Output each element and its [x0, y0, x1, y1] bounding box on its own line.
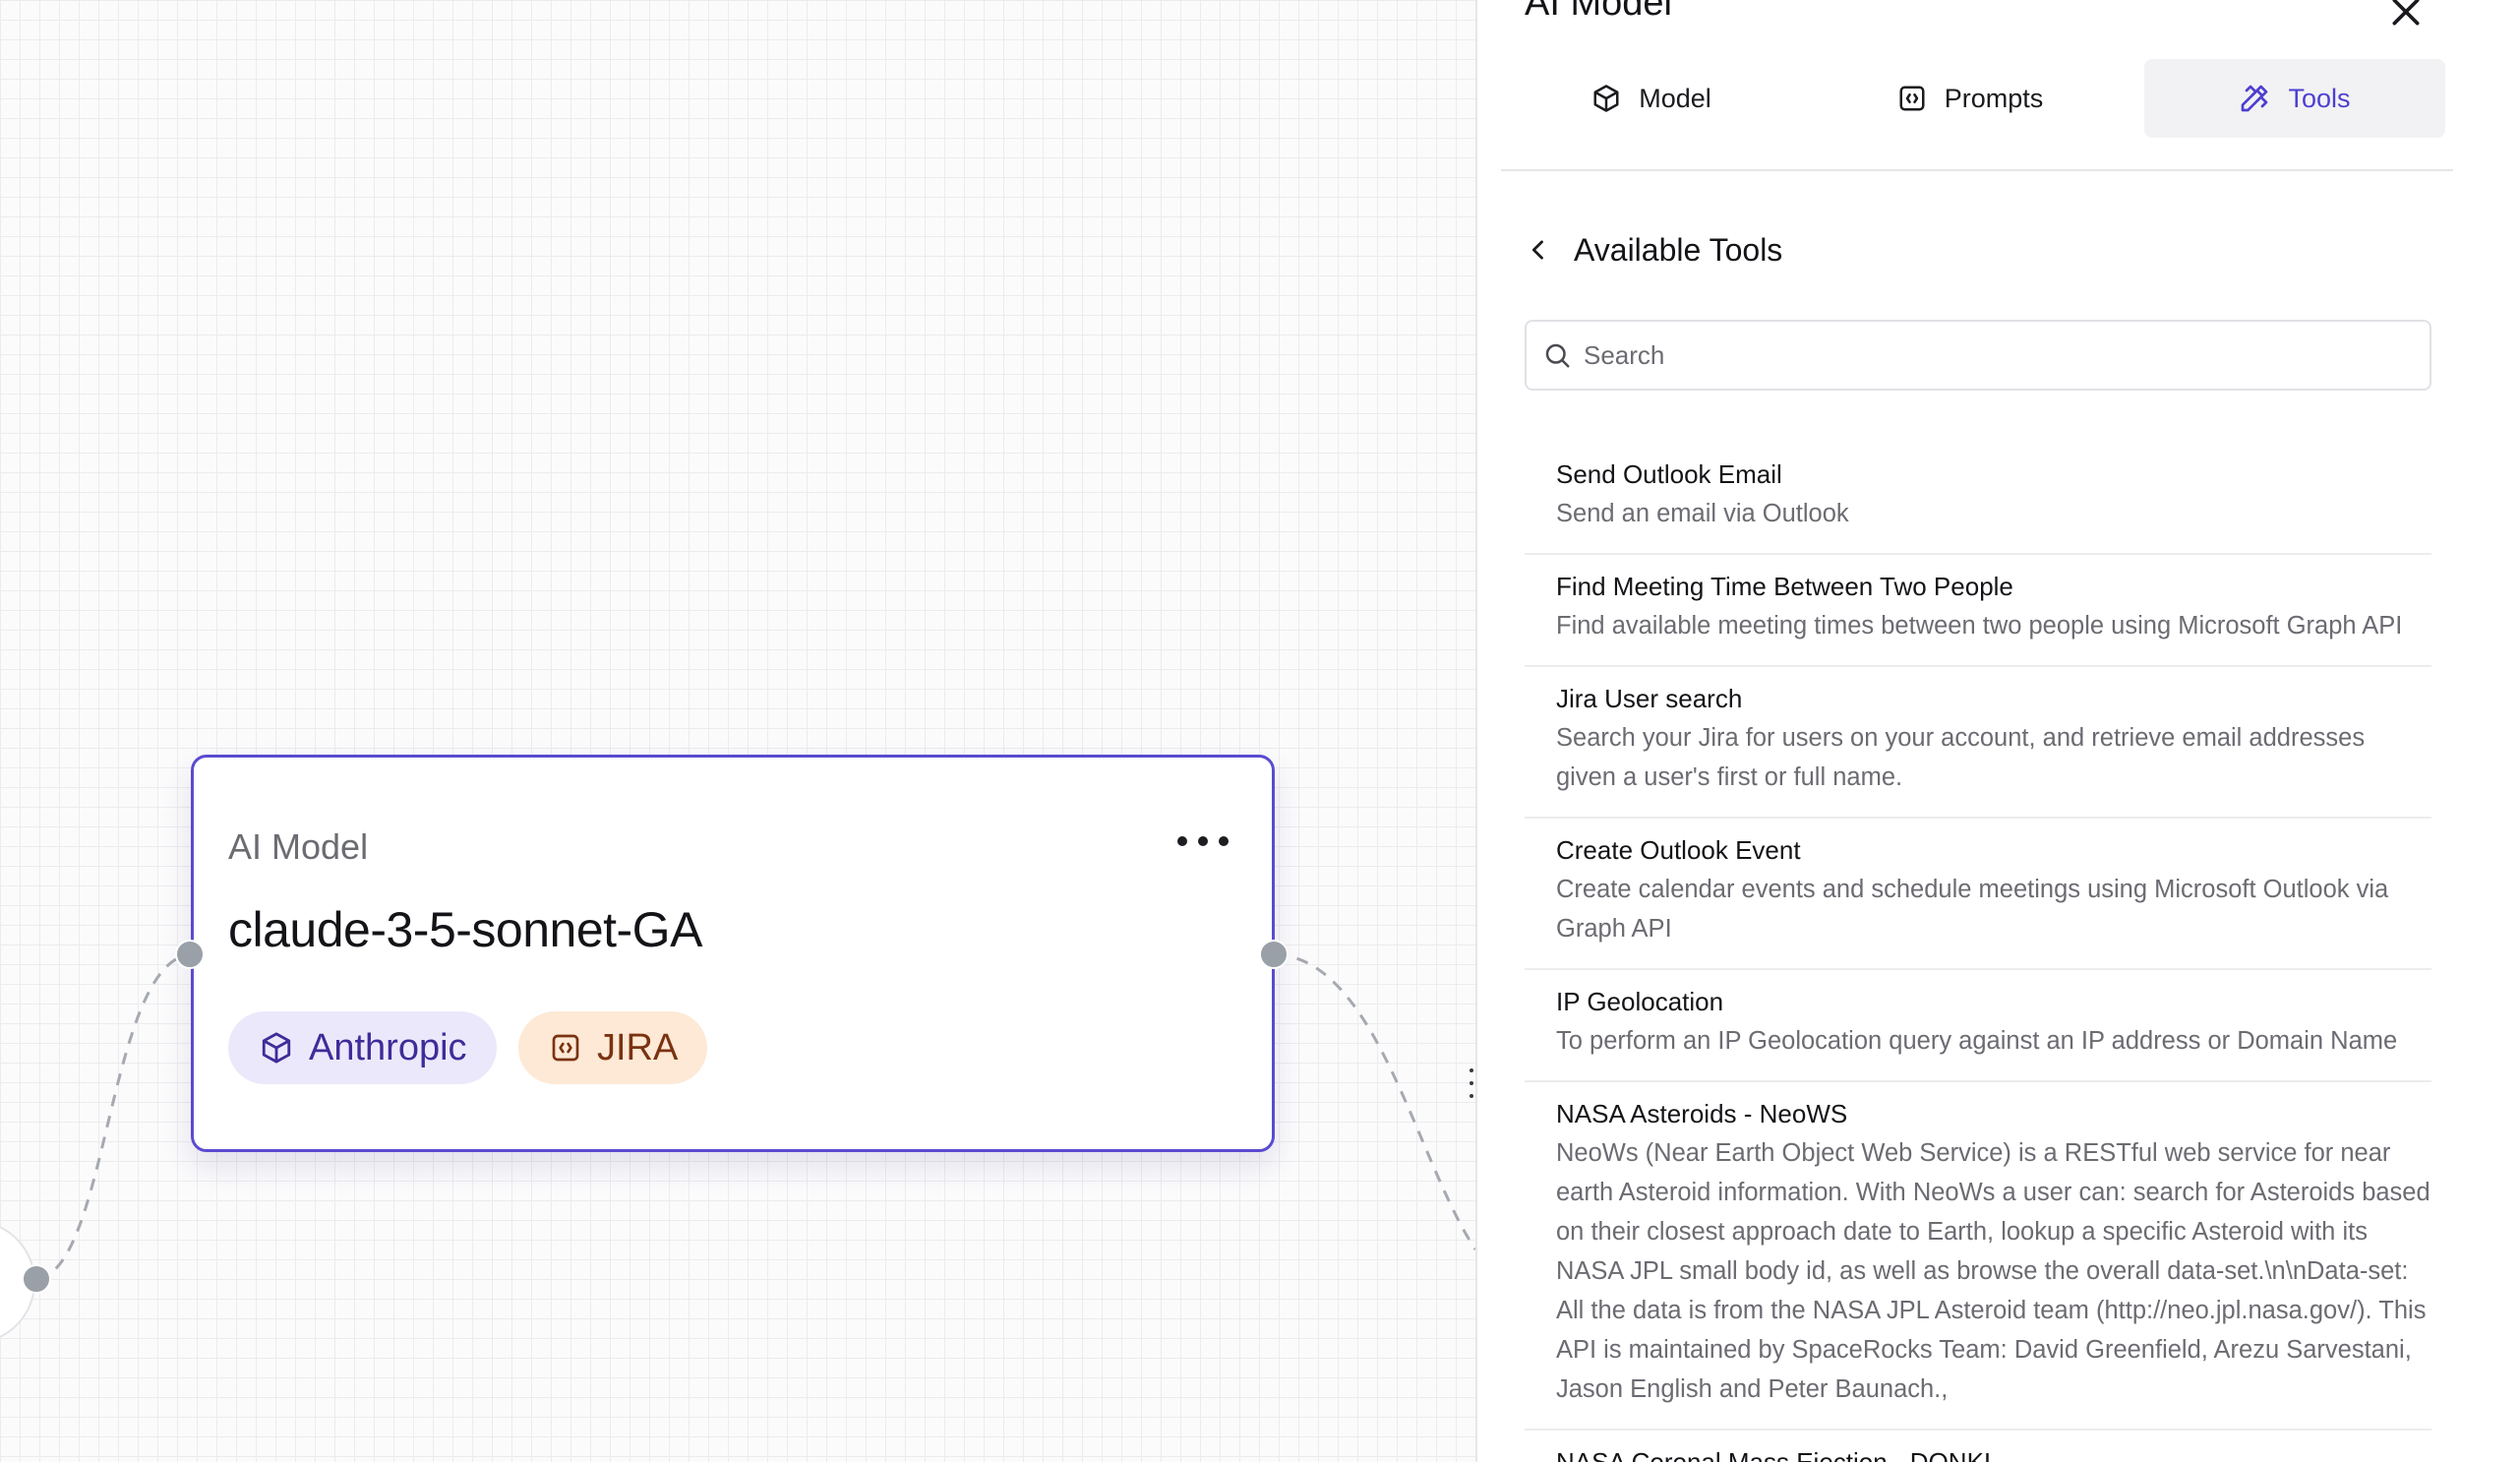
node-output-handle[interactable]: [1259, 940, 1289, 969]
ai-model-node[interactable]: AI Model claude-3-5-sonnet-GA Anthropic …: [191, 755, 1275, 1152]
tool-description: To perform an IP Geolocation query again…: [1556, 1027, 2398, 1055]
previous-node-output-handle[interactable]: [22, 1264, 51, 1294]
tab-model[interactable]: Model: [1501, 59, 1802, 138]
node-settings-panel: AI Model Model Prompts Tools Available T…: [1475, 0, 2475, 1462]
tool-list: Send Outlook Email Send an email via Out…: [1525, 443, 2431, 1462]
tool-description: Send an email via Outlook: [1556, 500, 1849, 527]
tabs-divider: [1501, 169, 2453, 171]
node-model-name: claude-3-5-sonnet-GA: [228, 902, 702, 957]
tool-item[interactable]: Send Outlook Email Send an email via Out…: [1525, 443, 2431, 555]
dot-icon: [1219, 836, 1229, 846]
cube-icon: [1593, 85, 1619, 112]
panel-resize-handle[interactable]: [1466, 1068, 1475, 1098]
tool-description: Create calendar events and schedule meet…: [1556, 876, 2389, 943]
workflow-canvas[interactable]: AI Model claude-3-5-sonnet-GA Anthropic …: [0, 0, 1475, 1462]
edges-layer: [36, 952, 1475, 1281]
tool-description: NeoWs (Near Earth Object Web Service) is…: [1556, 1139, 2430, 1403]
tool-name: Jira User search: [1556, 684, 1743, 713]
tab-label: Prompts: [1944, 83, 2044, 113]
tool-search-input[interactable]: [1584, 339, 2420, 371]
panel-title: AI Model: [1525, 0, 1672, 24]
tool-item[interactable]: Create Outlook Event Create calendar eve…: [1525, 819, 2431, 970]
tool-item[interactable]: NASA Coronal Mass Ejection - DONKI: [1525, 1431, 2431, 1462]
cube-icon: [262, 1032, 291, 1064]
tool-item[interactable]: IP Geolocation To perform an IP Geolocat…: [1525, 970, 2431, 1082]
tab-label: Tools: [2288, 83, 2351, 113]
tool-item[interactable]: Jira User search Search your Jira for us…: [1525, 667, 2431, 819]
edge-outgoing: [1275, 952, 1475, 1250]
tool-name: Create Outlook Event: [1556, 835, 1801, 865]
tool-name: IP Geolocation: [1556, 987, 1724, 1016]
tab-prompts[interactable]: Prompts: [1820, 59, 2121, 138]
tool-name: NASA Asteroids - NeoWS: [1556, 1099, 1848, 1128]
node-type-label: AI Model: [228, 826, 369, 867]
tools-icon: [2242, 85, 2268, 112]
node-input-handle[interactable]: [175, 940, 205, 969]
page-scroll-track[interactable]: [2475, 0, 2520, 1462]
tab-tools[interactable]: Tools: [2144, 59, 2445, 138]
panel-tabs: Model Prompts Tools: [1501, 59, 2453, 140]
chevron-left-icon: [1531, 240, 1543, 260]
dot-icon: [1198, 836, 1208, 846]
chip-label: JIRA: [597, 1026, 679, 1068]
tool-name: Send Outlook Email: [1556, 459, 1782, 489]
chip-label: Anthropic: [309, 1026, 467, 1068]
tool-search-box: [1525, 320, 2431, 391]
tool-name: Find Meeting Time Between Two People: [1556, 572, 2013, 601]
tool-description: Search your Jira for users on your accou…: [1556, 724, 2366, 791]
dot-icon: [1177, 836, 1187, 846]
code-bracket-icon: [1899, 86, 1925, 111]
close-icon[interactable]: [2386, 0, 2426, 31]
search-icon: [1545, 343, 1570, 368]
code-bracket-icon: [552, 1034, 579, 1062]
back-to-tools-button[interactable]: Available Tools: [1525, 226, 1782, 274]
tool-item[interactable]: NASA Asteroids - NeoWS NeoWs (Near Earth…: [1525, 1082, 2431, 1431]
provider-chip-anthropic: Anthropic: [228, 1011, 497, 1084]
tool-name: NASA Coronal Mass Ejection - DONKI: [1556, 1447, 1992, 1462]
node-more-menu-button[interactable]: [1177, 826, 1229, 856]
tool-item[interactable]: Find Meeting Time Between Two People Fin…: [1525, 555, 2431, 667]
edge-incoming: [36, 952, 191, 1281]
tool-description: Find available meeting times between two…: [1556, 612, 2403, 640]
section-title: Available Tools: [1574, 231, 1783, 268]
tool-chip-jira: JIRA: [518, 1011, 708, 1084]
tab-label: Model: [1639, 83, 1711, 113]
